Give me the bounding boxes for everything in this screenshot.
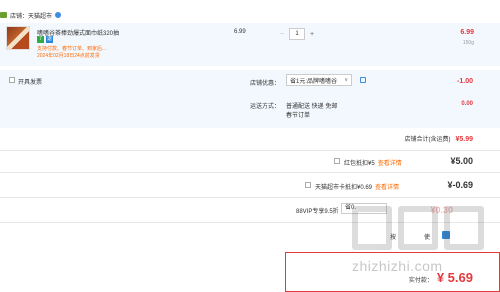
store-discount-label: 店铺优惠： bbox=[250, 81, 281, 87]
store-icon bbox=[0, 12, 7, 18]
quantity-stepper: − 1 + bbox=[275, 28, 319, 40]
watermark-glyph-1 bbox=[352, 206, 392, 250]
store-subtotal-label: 店铺合计(含运费) bbox=[404, 137, 451, 143]
pay-total-amount: ¥ 5.69 bbox=[436, 270, 473, 285]
red-packet-amount: ¥5.00 bbox=[450, 156, 473, 166]
red-packet-checkbox[interactable] bbox=[334, 158, 340, 164]
item-tag-row: 7 退 bbox=[37, 36, 53, 43]
pay-total-label: 实付款： bbox=[408, 278, 433, 284]
shipping-label: 运送方式： bbox=[250, 104, 281, 110]
store-name-link[interactable]: 天猫超市 bbox=[28, 11, 52, 20]
chat-icon[interactable] bbox=[55, 12, 62, 18]
product-thumbnail[interactable] bbox=[6, 26, 30, 50]
shipping-amount: 0.00 bbox=[461, 101, 473, 107]
store-label: 店铺： bbox=[10, 13, 29, 20]
store-discount-value: 省1元:品牌嗜嗜谷 bbox=[290, 78, 338, 85]
store-discount-amount: -1.00 bbox=[457, 78, 473, 85]
red-packet-row: 红包抵扣¥5 查看详情 bbox=[344, 158, 402, 167]
tmall-card-amount: ¥-0.69 bbox=[447, 180, 473, 190]
unit-price: 6.99 bbox=[234, 29, 246, 35]
item-promo-line2: 2024年02月18日24点前发货 bbox=[37, 53, 100, 59]
tmall-card-row: 天猫超市卡抵扣¥0.69 查看详情 bbox=[315, 182, 399, 191]
store-discount-select[interactable]: 省1元:品牌嗜嗜谷 ∨ bbox=[286, 74, 352, 86]
vip-label: 88VIP专享9.5折 bbox=[296, 209, 339, 215]
store-header: 店铺： 天猫超市 bbox=[0, 10, 62, 20]
seven-day-return-icon: 7 bbox=[37, 36, 44, 43]
watermark-glyph-2 bbox=[398, 206, 438, 250]
pay-total-row: 实付款： ¥ 5.69 bbox=[409, 270, 473, 285]
item-weight: 150g bbox=[462, 40, 474, 46]
item-total-price: 6.99 bbox=[460, 29, 474, 36]
info-icon[interactable] bbox=[360, 77, 366, 83]
invoice-checkbox[interactable] bbox=[9, 77, 15, 83]
quantity-decrement-button[interactable]: − bbox=[275, 31, 289, 38]
tmall-card-checkbox[interactable] bbox=[305, 182, 311, 188]
quantity-input[interactable]: 1 bbox=[289, 28, 305, 40]
shipping-method-line2: 春节订单 bbox=[286, 113, 311, 119]
tmall-card-label: 天猫超市卡抵扣¥0.69 bbox=[315, 185, 373, 191]
tmall-card-details-link[interactable]: 查看详情 bbox=[375, 182, 399, 191]
item-promo-line1: 支持付款、春节订单、到家后... bbox=[37, 46, 107, 52]
watermark-logo bbox=[352, 206, 484, 250]
red-packet-details-link[interactable]: 查看详情 bbox=[378, 158, 402, 167]
chevron-down-icon: ∨ bbox=[344, 77, 348, 83]
watermark-glyph-3 bbox=[444, 206, 484, 250]
divider bbox=[0, 197, 500, 198]
red-packet-label: 红包抵扣¥5 bbox=[344, 161, 375, 167]
divider bbox=[0, 172, 500, 173]
quantity-increment-button[interactable]: + bbox=[305, 31, 319, 38]
invoice-label: 开具发票 bbox=[18, 80, 43, 86]
shipping-method-line1: 普通配送 快递 免邮 bbox=[286, 104, 338, 110]
refund-icon: 退 bbox=[46, 36, 53, 43]
divider bbox=[0, 150, 500, 151]
store-subtotal-row: 店铺合计(含运费) ¥5.99 bbox=[404, 134, 473, 143]
store-subtotal-amount: ¥5.99 bbox=[455, 136, 473, 143]
